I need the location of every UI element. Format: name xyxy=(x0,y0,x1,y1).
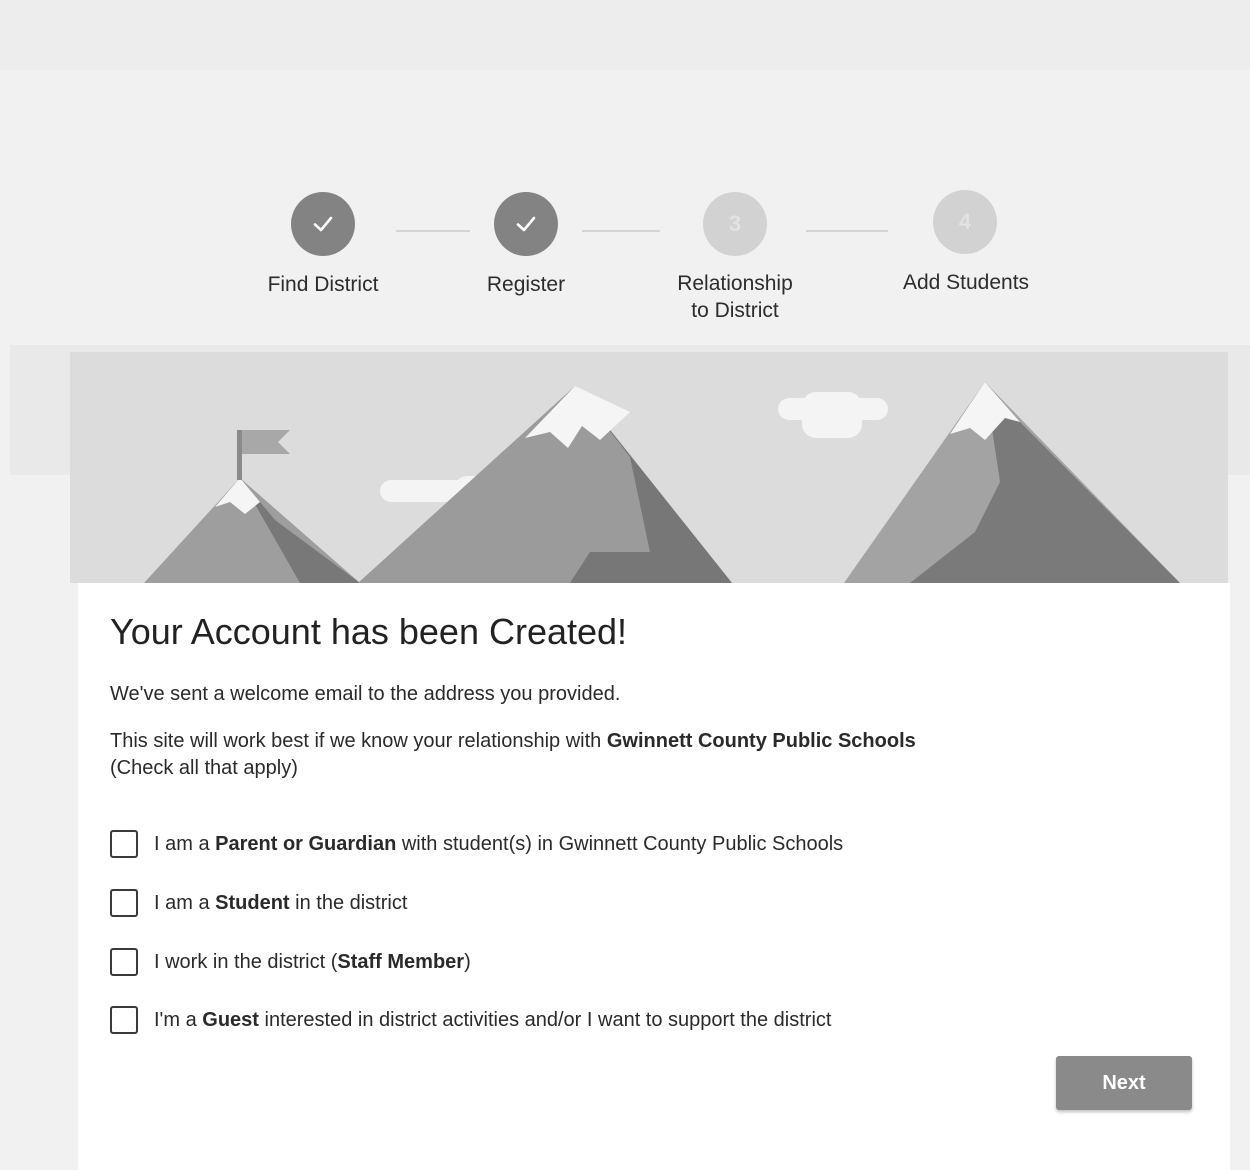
mountains-illustration xyxy=(70,352,1228,583)
step-connector xyxy=(396,230,470,232)
option-student[interactable]: I am a Student in the district xyxy=(110,887,407,919)
step-connector xyxy=(582,230,660,232)
option-parent-guardian[interactable]: I am a Parent or Guardian with student(s… xyxy=(110,828,843,860)
relationship-prompt-text: This site will work best if we know your… xyxy=(110,730,607,752)
staff-member-checkbox[interactable] xyxy=(110,948,138,976)
parent-guardian-checkbox[interactable] xyxy=(110,830,138,858)
step-3-number: 3 xyxy=(728,211,742,236)
district-name: Gwinnett County Public Schools xyxy=(606,730,916,752)
page-title: Your Account has been Created! xyxy=(110,611,628,652)
option-label-bold: Guest xyxy=(202,1008,259,1031)
step-4-number: 4 xyxy=(958,209,972,234)
option-label-bold: Student xyxy=(215,891,290,914)
option-label: I am a Parent or Guardian with student(s… xyxy=(154,833,843,856)
option-label-suffix: ) xyxy=(464,950,471,973)
check-icon xyxy=(313,216,333,232)
student-checkbox[interactable] xyxy=(110,889,138,917)
option-label-prefix: I work in the district ( xyxy=(154,950,338,973)
step-1-label: Find District xyxy=(267,273,379,296)
step-4-label: Add Students xyxy=(902,271,1030,294)
option-staff-member[interactable]: I work in the district (Staff Member) xyxy=(110,946,471,978)
option-label-prefix: I'm a xyxy=(154,1008,203,1031)
option-label-suffix: in the district xyxy=(289,891,408,914)
option-label-prefix: I am a xyxy=(154,832,216,855)
check-icon xyxy=(516,216,536,232)
option-label-suffix: with student(s) in Gwinnett County Publi… xyxy=(396,832,844,855)
option-label-bold: Staff Member xyxy=(337,950,465,973)
step-connector xyxy=(806,230,888,232)
option-guest[interactable]: I'm a Guest interested in district activ… xyxy=(110,1004,831,1036)
option-label-bold: Parent or Guardian xyxy=(215,832,397,855)
step-3-indicator: 3 xyxy=(703,192,767,256)
relationship-prompt: This site will work best if we know your… xyxy=(110,728,916,755)
welcome-message: We've sent a welcome email to the addres… xyxy=(110,683,621,705)
guest-checkbox[interactable] xyxy=(110,1006,138,1034)
check-all-hint: (Check all that apply) xyxy=(110,757,298,779)
step-1-indicator xyxy=(291,192,355,256)
step-4-indicator: 4 xyxy=(933,190,997,254)
option-label: I work in the district (Staff Member) xyxy=(154,951,471,974)
option-label-suffix: interested in district activities and/or… xyxy=(258,1008,832,1031)
option-label-prefix: I am a xyxy=(154,891,216,914)
step-3-label: Relationship to District xyxy=(677,272,793,322)
mountains-icon xyxy=(144,382,1180,583)
step-2-indicator xyxy=(494,192,558,256)
progress-stepper: Find District Register 3 Relationship to… xyxy=(0,0,1250,340)
account-created-card: Your Account has been Created! We've sen… xyxy=(78,583,1230,1170)
next-button[interactable]: Next xyxy=(1056,1056,1192,1110)
step-2-label: Register xyxy=(486,273,566,296)
option-label: I'm a Guest interested in district activ… xyxy=(154,1009,831,1032)
option-label: I am a Student in the district xyxy=(154,892,407,915)
